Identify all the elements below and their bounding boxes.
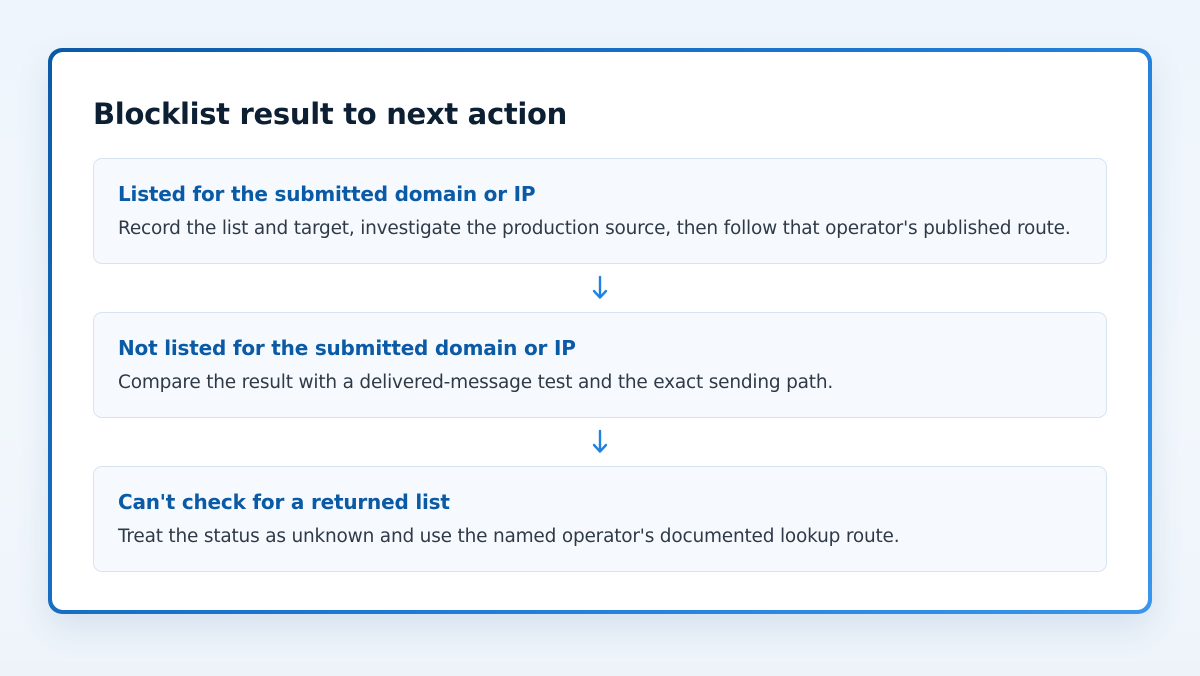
- flow-card: Blocklist result to next action Listed f…: [48, 48, 1152, 614]
- diagram-title: Blocklist result to next action: [93, 97, 568, 131]
- connector-arrow: [93, 264, 1107, 312]
- step-description: Record the list and target, investigate …: [118, 218, 1071, 239]
- step-not-listed: Not listed for the submitted domain or I…: [93, 312, 1107, 418]
- connector-arrow: [93, 418, 1107, 466]
- step-heading: Can't check for a returned list: [118, 490, 450, 514]
- step-description: Treat the status as unknown and use the …: [118, 526, 900, 547]
- step-description: Compare the result with a delivered-mess…: [118, 372, 834, 393]
- step-listed: Listed for the submitted domain or IP Re…: [93, 158, 1107, 264]
- page-footer-band: [0, 662, 1200, 676]
- arrow-down-icon: [592, 275, 608, 299]
- step-cant-check: Can't check for a returned list Treat th…: [93, 466, 1107, 572]
- flow-card-body: Blocklist result to next action Listed f…: [52, 52, 1148, 610]
- step-heading: Listed for the submitted domain or IP: [118, 182, 536, 206]
- arrow-down-icon: [592, 429, 608, 453]
- step-heading: Not listed for the submitted domain or I…: [118, 336, 576, 360]
